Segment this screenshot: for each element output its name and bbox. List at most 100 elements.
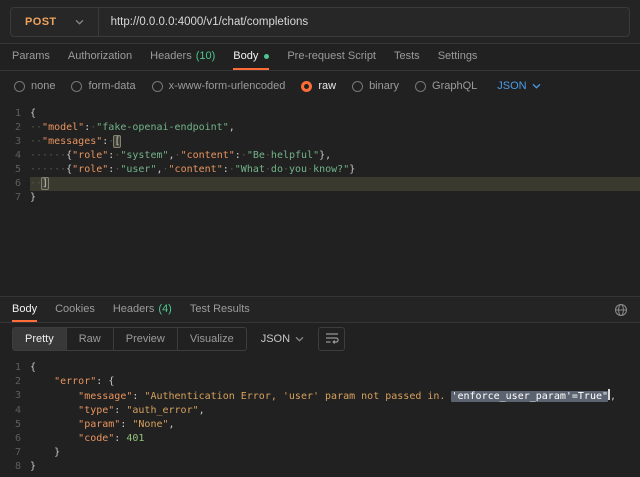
tab-label: Cookies	[55, 303, 95, 315]
response-tabs: Body Cookies Headers(4) Test Results	[12, 297, 250, 322]
code-token: }	[349, 164, 355, 175]
raw-format-label: JSON	[497, 80, 526, 92]
code-token: ······	[30, 150, 66, 161]
response-view-pretty[interactable]: Pretty	[13, 328, 67, 350]
code-text: ··"model":·"fake-openai-endpoint",	[30, 121, 640, 135]
line-number: 6	[0, 432, 30, 446]
radio-icon	[71, 81, 82, 92]
code-text: }	[30, 460, 640, 474]
code-token	[30, 433, 78, 444]
code-token: helpful"	[271, 150, 319, 161]
request-tab-settings[interactable]: Settings	[438, 44, 478, 70]
response-view-visualize[interactable]: Visualize	[178, 328, 246, 350]
response-format-select[interactable]: JSON	[261, 333, 304, 345]
request-tab-params[interactable]: Params	[12, 44, 50, 70]
code-token: {	[108, 376, 114, 387]
url-group: POST http://0.0.0.0:4000/v1/chat/complet…	[10, 7, 630, 37]
code-token: ,	[229, 122, 235, 133]
code-line: 6 "code": 401	[0, 432, 640, 446]
code-text: {	[30, 361, 640, 375]
code-text: ······{"role":·"user",·"content":·"What·…	[30, 163, 640, 177]
code-token: "model"	[42, 122, 84, 133]
mode-label: GraphQL	[432, 80, 477, 92]
code-token: ,	[199, 405, 205, 416]
mode-label: form-data	[88, 80, 135, 92]
body-mode-raw[interactable]: raw	[301, 80, 336, 92]
tab-label: Authorization	[68, 50, 132, 62]
method-select[interactable]: POST	[11, 8, 98, 36]
request-tab-pre-request-script[interactable]: Pre-request Script	[287, 44, 376, 70]
request-tab-headers[interactable]: Headers (10)	[150, 44, 215, 70]
tab-count-badge: (10)	[196, 50, 216, 62]
code-text: "error": {	[30, 375, 640, 389]
mode-label: binary	[369, 80, 399, 92]
line-number: 2	[0, 375, 30, 389]
body-mode-none[interactable]: none	[14, 80, 55, 92]
tab-label: Test Results	[190, 303, 250, 315]
code-line: 1{	[0, 361, 640, 375]
body-mode-x-www-form-urlencoded[interactable]: x-www-form-urlencoded	[152, 80, 286, 92]
wrap-text-button[interactable]	[318, 327, 345, 351]
code-line: 8}	[0, 460, 640, 474]
unsaved-changes-dot	[264, 54, 269, 59]
line-number: 6	[0, 177, 30, 191]
code-line: 4······{"role":·"system",·"content":·"Be…	[0, 149, 640, 163]
code-line: 1{	[0, 107, 640, 121]
code-token: [	[114, 136, 120, 147]
code-token: }	[30, 461, 36, 472]
code-token	[30, 391, 78, 402]
code-text: "type": "auth_error",	[30, 404, 640, 418]
code-token: "type"	[78, 405, 114, 416]
code-token: {	[30, 362, 36, 373]
code-token: "code"	[78, 433, 114, 444]
response-tab-body[interactable]: Body	[12, 297, 37, 322]
request-body-editor[interactable]: 1{2··"model":·"fake-openai-endpoint",3··…	[0, 101, 640, 296]
code-line: 5······{"role":·"user",·"content":·"What…	[0, 163, 640, 177]
code-token: "role"	[72, 164, 108, 175]
line-number: 8	[0, 460, 30, 474]
line-number: 7	[0, 446, 30, 460]
response-body-editor[interactable]: 1{2 "error": {3 "message": "Authenticati…	[0, 355, 640, 477]
api-client-window: POST http://0.0.0.0:4000/v1/chat/complet…	[0, 0, 640, 477]
response-tab-cookies[interactable]: Cookies	[55, 297, 95, 322]
code-token: ··	[30, 122, 42, 133]
code-token: }	[30, 192, 36, 203]
line-number: 4	[0, 149, 30, 163]
code-line: 2 "error": {	[0, 375, 640, 389]
code-token: do	[271, 164, 283, 175]
code-line: 6··]	[0, 177, 640, 191]
response-tab-test-results[interactable]: Test Results	[190, 297, 250, 322]
response-tab-headers[interactable]: Headers(4)	[113, 297, 172, 322]
response-view-preview[interactable]: Preview	[114, 328, 178, 350]
code-token: "error"	[54, 376, 96, 387]
globe-icon[interactable]	[614, 303, 628, 317]
body-mode-graphql[interactable]: GraphQL	[415, 80, 477, 92]
code-token: you	[289, 164, 307, 175]
line-number: 5	[0, 418, 30, 432]
radio-icon	[14, 81, 25, 92]
code-line: 7}	[0, 191, 640, 205]
raw-format-select[interactable]: JSON	[497, 80, 540, 92]
code-text: }	[30, 446, 640, 460]
chevron-down-icon	[295, 336, 304, 342]
code-token: ······	[30, 164, 66, 175]
request-url-bar: POST http://0.0.0.0:4000/v1/chat/complet…	[0, 0, 640, 44]
tab-label: Headers	[150, 50, 192, 62]
body-mode-binary[interactable]: binary	[352, 80, 399, 92]
code-token: {	[30, 108, 36, 119]
request-tab-body[interactable]: Body	[233, 44, 269, 70]
response-view-raw[interactable]: Raw	[67, 328, 114, 350]
code-token: 401	[126, 433, 144, 444]
code-token: "message"	[78, 391, 132, 402]
code-line: 3 "message": "Authentication Error, 'use…	[0, 389, 640, 404]
body-mode-form-data[interactable]: form-data	[71, 80, 135, 92]
request-tab-tests[interactable]: Tests	[394, 44, 420, 70]
tab-label: Body	[233, 50, 258, 62]
code-token: "Be	[247, 150, 265, 161]
url-input[interactable]: http://0.0.0.0:4000/v1/chat/completions	[99, 16, 321, 28]
code-token: "param"	[78, 419, 120, 430]
request-tab-authorization[interactable]: Authorization	[68, 44, 132, 70]
code-line: 3··"messages":·[	[0, 135, 640, 149]
code-token: "role"	[72, 150, 108, 161]
line-number: 3	[0, 135, 30, 149]
